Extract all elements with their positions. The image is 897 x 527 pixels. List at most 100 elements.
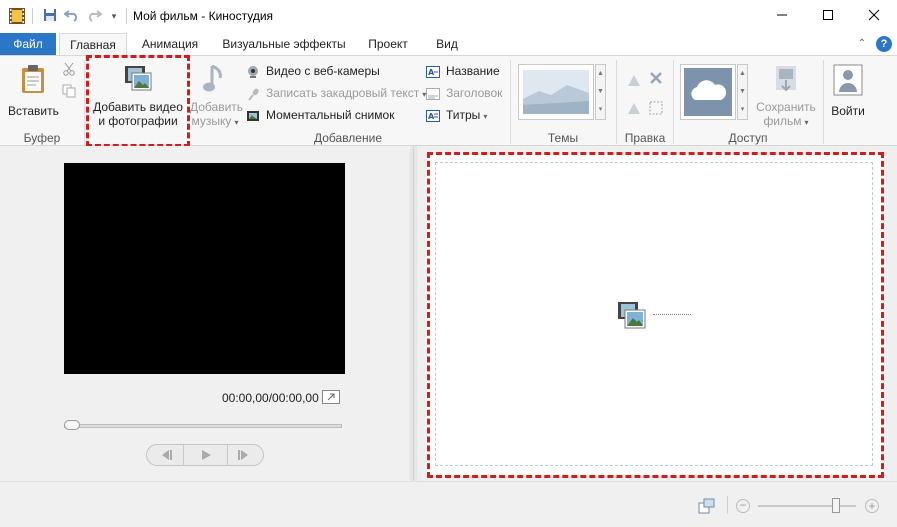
autofilm-theme-gallery[interactable] <box>518 64 594 120</box>
customize-qa-icon[interactable]: ▾ <box>106 8 122 24</box>
tab-project[interactable]: Проект <box>360 33 416 55</box>
redo-icon[interactable] <box>86 8 103 24</box>
zoom-slider-thumb[interactable] <box>832 498 840 513</box>
add-video-label-1: Добавить видео <box>93 100 183 114</box>
paste-button[interactable]: Вставить <box>8 62 59 118</box>
title-label: Название <box>446 64 500 78</box>
seek-thumb[interactable] <box>64 420 80 430</box>
group-separator <box>616 60 617 144</box>
fullscreen-icon[interactable] <box>322 390 340 404</box>
svg-text:A: A <box>428 112 435 121</box>
microphone-icon <box>246 87 262 101</box>
zoom-out-icon[interactable]: − <box>736 499 750 513</box>
caption-label: Заголовок <box>446 86 503 100</box>
tab-home[interactable]: Главная <box>59 33 127 55</box>
caption-button[interactable]: Заголовок <box>426 84 502 102</box>
record-narration-button[interactable]: Записать закадровый текст ▾ <box>246 84 426 102</box>
close-icon[interactable] <box>851 0 897 33</box>
group-separator <box>510 60 511 144</box>
control-separator <box>227 445 228 465</box>
status-bar: − + <box>0 481 897 527</box>
cloud-icon <box>684 68 732 116</box>
play-icon[interactable] <box>198 449 214 461</box>
add-music-label-2: музыку ▾ <box>191 114 239 128</box>
gallery-scroll[interactable]: ▲ ▼ ▾ <box>595 64 606 120</box>
credits-label: Титры <box>446 108 481 122</box>
add-media-placeholder-icon[interactable] <box>617 300 647 330</box>
save-movie-icon <box>774 64 800 97</box>
group-label-add: Добавление <box>314 131 382 145</box>
onedrive-share-gallery[interactable] <box>680 64 736 120</box>
rotate-left-icon[interactable] <box>626 72 642 88</box>
save-movie-button[interactable]: Сохранить фильм ▾ <box>752 62 820 128</box>
paste-label: Вставить <box>8 104 59 118</box>
preview-pane: 00:00,00/00:00,00 <box>0 146 410 481</box>
title-button[interactable]: A Название <box>426 62 500 80</box>
clipboard-icon <box>20 64 46 97</box>
narration-label: Записать закадровый текст <box>266 86 420 100</box>
add-video-label-2: и фотографии <box>98 114 178 128</box>
pane-splitter[interactable] <box>410 146 417 481</box>
copy-icon[interactable] <box>62 84 76 98</box>
sign-in-label: Войти <box>831 104 865 118</box>
film-app-icon[interactable] <box>8 7 26 25</box>
zoom-slider-track[interactable] <box>758 505 856 507</box>
tab-file[interactable]: Файл <box>0 33 56 55</box>
add-video-photos-icon <box>124 64 152 95</box>
tab-view[interactable]: Вид <box>428 33 466 55</box>
webcam-video-button[interactable]: Видео с веб-камеры <box>246 62 380 80</box>
control-separator <box>183 445 184 465</box>
rotate-right-icon[interactable] <box>626 100 642 116</box>
sign-in-button[interactable]: Войти <box>828 62 868 118</box>
video-preview <box>64 163 345 374</box>
help-icon[interactable]: ? <box>876 36 892 52</box>
previous-frame-icon[interactable] <box>159 449 175 461</box>
title-icon: A <box>426 65 442 79</box>
title-separator <box>126 8 127 24</box>
snapshot-label: Моментальный снимок <box>266 108 395 122</box>
placeholder-hint-line <box>653 314 691 316</box>
save-movie-label-2: фильм ▾ <box>763 114 809 128</box>
add-music-label-1: Добавить <box>190 100 244 114</box>
remove-icon[interactable] <box>648 70 664 86</box>
status-separator <box>727 496 728 514</box>
time-display: 00:00,00/00:00,00 <box>222 391 319 405</box>
title-bar: ▾ Мой фильм - Киностудия <box>0 0 897 33</box>
zoom-in-icon[interactable]: + <box>865 499 879 513</box>
group-separator <box>673 60 674 144</box>
select-all-icon[interactable] <box>648 100 664 116</box>
ribbon: Вставить Буфер Добавить видео и фотограф… <box>0 55 897 159</box>
tab-animation[interactable]: Анимация <box>134 33 206 55</box>
seek-bar[interactable] <box>64 424 342 428</box>
save-movie-label-1: Сохранить <box>756 100 816 114</box>
maximize-icon[interactable] <box>805 0 851 33</box>
splitter-line <box>413 146 414 481</box>
snapshot-button[interactable]: Моментальный снимок <box>246 106 394 124</box>
share-gallery-scroll[interactable]: ▲ ▼ ▾ <box>737 64 748 120</box>
next-frame-icon[interactable] <box>235 449 251 461</box>
webcam-icon <box>246 65 262 79</box>
qa-separator <box>32 8 33 24</box>
music-note-icon <box>202 64 226 97</box>
webcam-label: Видео с веб-камеры <box>266 64 380 78</box>
svg-text:A: A <box>428 68 435 77</box>
user-icon <box>833 64 863 99</box>
caption-icon <box>426 87 442 101</box>
add-music-button[interactable]: Добавить музыку ▾ <box>190 62 244 128</box>
collapse-ribbon-icon[interactable]: ⌃ <box>855 37 869 51</box>
minimize-icon[interactable] <box>759 0 805 33</box>
save-icon[interactable] <box>42 8 58 24</box>
group-label-share: Доступ <box>728 131 768 145</box>
snapshot-icon <box>246 109 262 123</box>
add-video-photos-button[interactable]: Добавить видео и фотографии <box>92 62 184 128</box>
credits-button[interactable]: A Титры ▾ <box>426 106 487 124</box>
cut-icon[interactable] <box>62 62 76 76</box>
group-label-edit: Правка <box>624 131 666 145</box>
credits-icon: A <box>426 109 442 123</box>
group-separator <box>823 60 824 144</box>
undo-icon[interactable] <box>63 8 80 24</box>
thumbnail-size-icon[interactable] <box>698 498 716 514</box>
storyboard-pane <box>417 146 897 481</box>
group-label-clipboard: Буфер <box>23 131 61 145</box>
tab-visual-effects[interactable]: Визуальные эффекты <box>220 33 348 55</box>
